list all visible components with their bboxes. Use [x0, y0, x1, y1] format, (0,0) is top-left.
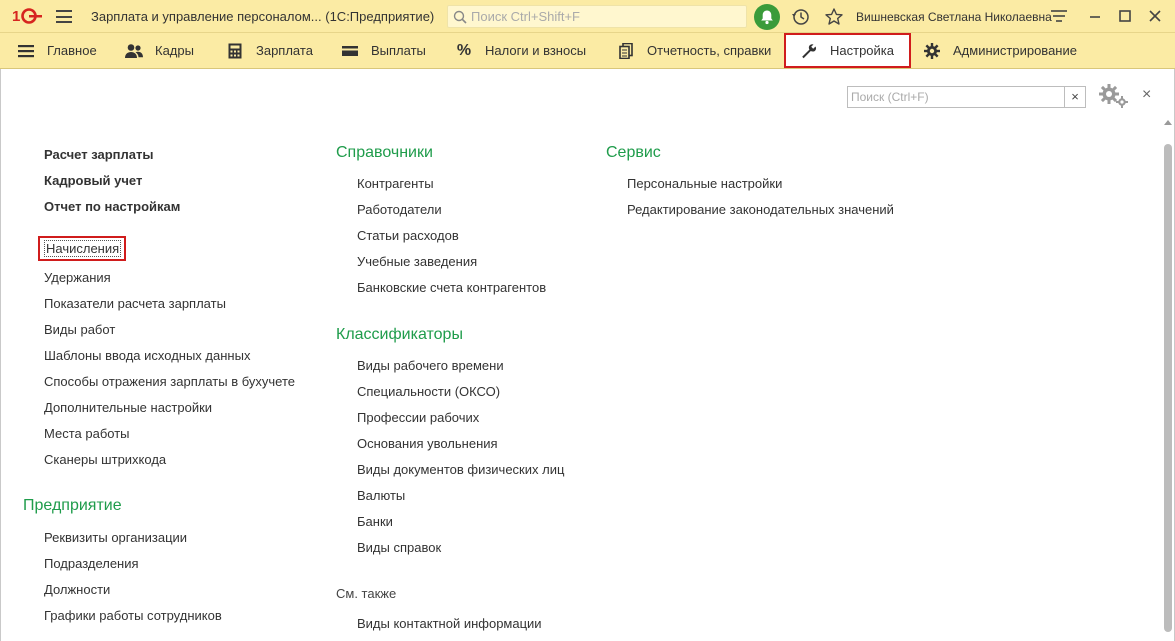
link-personal-settings[interactable]: Персональные настройки — [627, 176, 782, 191]
wallet-icon — [341, 42, 359, 60]
documents-icon — [617, 42, 635, 60]
current-user[interactable]: Вишневская Светлана Николаевна — [856, 10, 1052, 24]
link-counterparties[interactable]: Контрагенты — [357, 176, 434, 191]
gear-icon — [923, 42, 941, 60]
history-icon[interactable] — [791, 7, 811, 27]
heading-references: Справочники — [336, 144, 433, 161]
link-currencies[interactable]: Валюты — [357, 488, 405, 503]
panel-settings-gear-icon[interactable] — [1097, 83, 1129, 109]
link-salary-calc[interactable]: Расчет зарплаты — [44, 147, 153, 162]
section-personnel[interactable]: Кадры — [125, 33, 194, 68]
title-bar: 1 Зарплата и управление персоналом... (1… — [0, 0, 1175, 33]
wrench-icon — [800, 42, 818, 60]
section-label: Главное — [47, 43, 97, 58]
svg-text:1: 1 — [12, 8, 20, 25]
heading-classifiers: Классификаторы — [336, 326, 463, 343]
link-extra-settings[interactable]: Дополнительные настройки — [44, 400, 212, 415]
close-window-icon[interactable] — [1144, 6, 1166, 26]
section-payments[interactable]: Выплаты — [341, 33, 426, 68]
section-main[interactable]: Главное — [17, 33, 97, 68]
link-salary-indicators[interactable]: Показатели расчета зарплаты — [44, 296, 226, 311]
section-salary[interactable]: Зарплата — [226, 33, 313, 68]
heading-see-also: См. также — [336, 586, 397, 601]
settings-menu-icon[interactable] — [1048, 6, 1070, 26]
link-salary-reflection[interactable]: Способы отражения зарплаты в бухучете — [44, 374, 295, 389]
link-specialties[interactable]: Специальности (ОКСО) — [357, 384, 500, 399]
section-label: Отчетность, справки — [647, 43, 772, 58]
link-input-templates[interactable]: Шаблоны ввода исходных данных — [44, 348, 250, 363]
link-dismissal-grounds[interactable]: Основания увольнения — [357, 436, 498, 451]
bell-icon — [761, 10, 773, 25]
link-departments[interactable]: Подразделения — [44, 556, 139, 571]
section-label: Настройка — [830, 43, 894, 58]
people-icon — [125, 42, 143, 60]
link-deductions[interactable]: Удержания — [44, 270, 111, 285]
panel-search[interactable] — [847, 86, 1065, 108]
notifications-button[interactable] — [754, 4, 780, 30]
window-title: Зарплата и управление персоналом... (1С:… — [91, 9, 435, 24]
function-panel: × × Расчет зарплаты Кадровый учет Отчет … — [0, 69, 1175, 641]
calculator-icon — [226, 42, 244, 60]
maximize-icon[interactable] — [1114, 6, 1136, 26]
favorites-star-icon[interactable] — [824, 7, 844, 27]
hamburger-icon — [17, 42, 35, 60]
link-accruals[interactable]: Начисления — [38, 236, 127, 261]
link-id-document-types[interactable]: Виды документов физических лиц — [357, 462, 564, 477]
link-positions[interactable]: Должности — [44, 582, 110, 597]
section-label: Зарплата — [256, 43, 313, 58]
section-label: Администрирование — [953, 43, 1077, 58]
scroll-up-icon[interactable] — [1164, 120, 1172, 125]
section-administration[interactable]: Администрирование — [923, 33, 1077, 68]
link-workplaces[interactable]: Места работы — [44, 426, 130, 441]
heading-service: Сервис — [606, 144, 661, 161]
section-reports[interactable]: Отчетность, справки — [617, 33, 771, 68]
link-work-types[interactable]: Виды работ — [44, 322, 115, 337]
link-bank-accounts[interactable]: Банковские счета контрагентов — [357, 280, 546, 295]
link-expense-items[interactable]: Статьи расходов — [357, 228, 459, 243]
link-work-schedules[interactable]: Графики работы сотрудников — [44, 608, 222, 623]
clear-search-button[interactable]: × — [1065, 86, 1086, 108]
section-taxes[interactable]: % Налоги и взносы — [455, 33, 586, 68]
link-barcode-scanners[interactable]: Сканеры штрихкода — [44, 452, 166, 467]
link-banks[interactable]: Банки — [357, 514, 393, 529]
global-search[interactable] — [447, 5, 747, 28]
section-label: Выплаты — [371, 43, 426, 58]
1c-logo-icon[interactable]: 1 — [12, 6, 42, 26]
link-contact-info-types[interactable]: Виды контактной информации — [357, 616, 542, 631]
link-legislative-values[interactable]: Редактирование законодательных значений — [627, 202, 894, 217]
link-hr-accounting[interactable]: Кадровый учет — [44, 173, 142, 188]
link-org-details[interactable]: Реквизиты организации — [44, 530, 187, 545]
link-settings-report[interactable]: Отчет по настройкам — [44, 199, 180, 214]
minimize-icon[interactable] — [1084, 6, 1106, 26]
link-worker-professions[interactable]: Профессии рабочих — [357, 410, 479, 425]
sections-panel: Главное Кадры Зарплата Выплаты % Налоги … — [0, 33, 1175, 69]
heading-enterprise: Предприятие — [23, 497, 122, 514]
link-certificate-types[interactable]: Виды справок — [357, 540, 441, 555]
main-menu-icon[interactable] — [56, 10, 72, 23]
global-search-input[interactable] — [471, 8, 741, 25]
section-label: Налоги и взносы — [485, 43, 587, 58]
section-settings[interactable]: Настройка — [784, 33, 911, 68]
section-label: Кадры — [155, 43, 194, 58]
vertical-scrollbar[interactable] — [1163, 116, 1173, 641]
close-panel-icon[interactable]: × — [1142, 86, 1151, 104]
link-accruals-label: Начисления — [44, 240, 122, 257]
panel-search-input[interactable] — [848, 87, 1064, 107]
link-work-time-types[interactable]: Виды рабочего времени — [357, 358, 504, 373]
link-employers[interactable]: Работодатели — [357, 202, 442, 217]
scroll-thumb[interactable] — [1164, 144, 1172, 632]
search-icon — [453, 10, 467, 24]
percent-icon: % — [456, 41, 472, 59]
link-schools[interactable]: Учебные заведения — [357, 254, 477, 269]
